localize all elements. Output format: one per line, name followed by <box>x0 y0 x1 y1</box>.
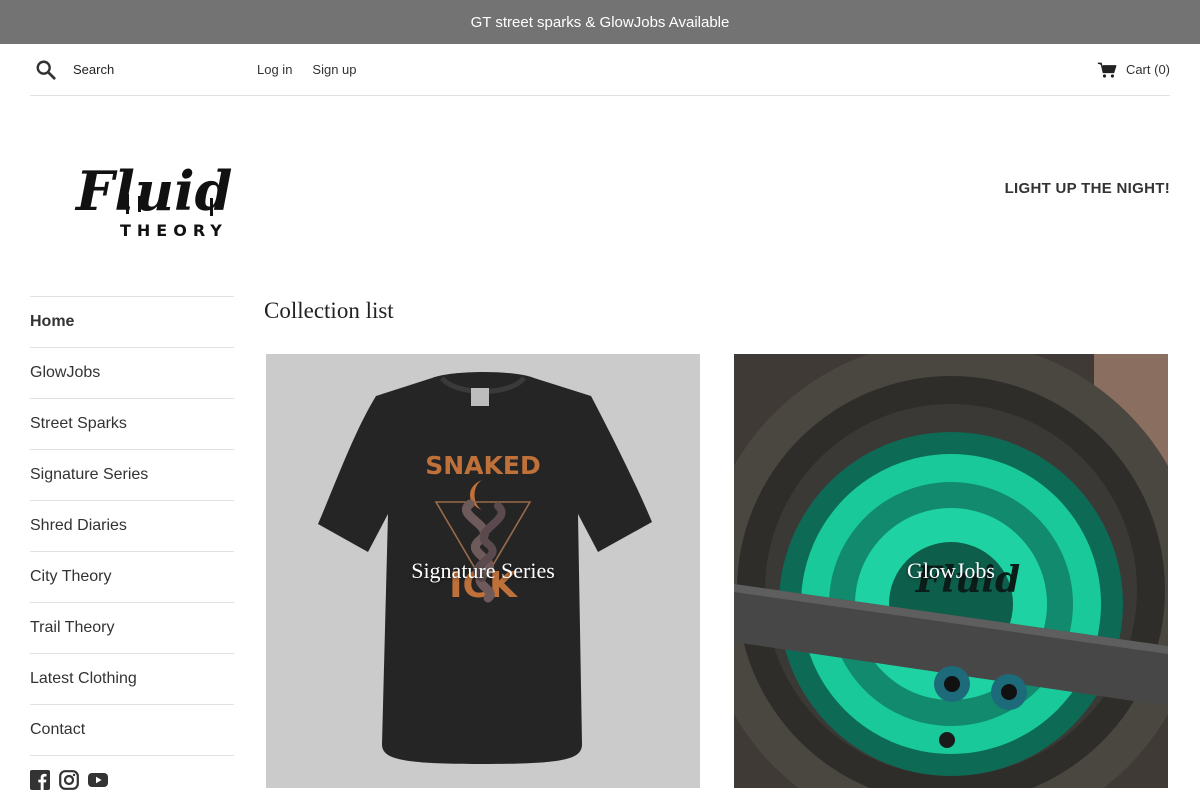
nav-item-home[interactable]: Home <box>30 297 234 348</box>
login-link[interactable]: Log in <box>257 62 292 77</box>
search-input[interactable] <box>73 62 243 77</box>
collection-card-signature-series[interactable]: SNAKED ICK Signature Series <box>266 354 700 788</box>
sidebar-nav: Home GlowJobs Street Sparks Signature Se… <box>30 296 234 756</box>
nav-item-signature-series[interactable]: Signature Series <box>30 450 234 501</box>
cart-count: Cart (0) <box>1125 62 1170 77</box>
search-icon[interactable] <box>35 59 57 81</box>
nav-item-trail-theory[interactable]: Trail Theory <box>30 603 234 654</box>
nav-item-latest-clothing[interactable]: Latest Clothing <box>30 654 234 705</box>
signup-link[interactable]: Sign up <box>312 62 356 77</box>
facebook-icon[interactable] <box>30 770 50 790</box>
announcement-text: GT street sparks & GlowJobs Available <box>470 13 730 31</box>
nav-item-glowjobs[interactable]: GlowJobs <box>30 348 234 399</box>
collection-card-glowjobs[interactable]: Fluid GlowJobs <box>734 354 1168 788</box>
site-header: Log in Sign up Cart (0) <box>30 44 1170 96</box>
nav-item-shred-diaries[interactable]: Shred Diaries <box>30 501 234 552</box>
section-title: Collection list <box>264 298 394 323</box>
youtube-icon[interactable] <box>88 770 108 790</box>
social-links <box>30 770 108 790</box>
logo-subtitle: THEORY <box>120 221 228 240</box>
logo-word: Fluid <box>74 159 232 223</box>
collection-label: Signature Series <box>411 558 555 583</box>
cart-link[interactable]: Cart (0) <box>1097 61 1170 79</box>
nav-item-contact[interactable]: Contact <box>30 705 234 756</box>
instagram-icon[interactable] <box>59 770 79 790</box>
announcement-bar: GT street sparks & GlowJobs Available <box>0 0 1200 44</box>
tagline: LIGHT UP THE NIGHT! <box>1004 180 1170 197</box>
nav-item-city-theory[interactable]: City Theory <box>30 552 234 603</box>
nav-item-street-sparks[interactable]: Street Sparks <box>30 399 234 450</box>
collection-label: GlowJobs <box>906 558 995 583</box>
shirt-print-top: SNAKED <box>425 451 540 480</box>
cart-icon <box>1097 62 1117 78</box>
brand-logo[interactable]: Fluid THEORY <box>70 150 250 250</box>
